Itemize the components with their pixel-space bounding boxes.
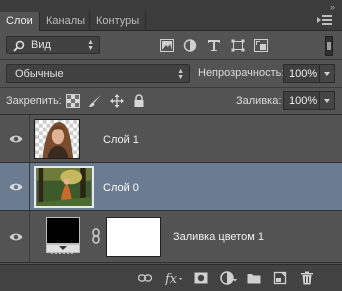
layers-bottom-toolbar: fx [0,264,342,291]
image-filter-icon[interactable] [160,39,174,52]
panel-menu-button[interactable] [317,15,334,25]
lock-position-icon[interactable] [110,94,124,108]
visibility-toggle[interactable] [0,115,30,162]
tab-layers-label: Слои [6,15,33,27]
collapse-panel-button[interactable]: » [329,2,335,12]
search-icon [13,40,25,52]
layer-row[interactable]: Слой 1 [0,115,342,163]
layer-name: Слой 0 [103,182,139,194]
layer-thumbnail-portrait [34,119,80,159]
lock-transparency-icon[interactable] [66,94,80,108]
filter-kind-select[interactable]: Вид ▲ ▼ [6,36,100,54]
layers-panel: Слои Каналы Контуры » Вид ▲ ▼ Обычные ▲ … [0,0,342,291]
panel-menu-icon-line [322,19,332,21]
fill-label: Заливка: [236,95,282,107]
panel-tab-bar: Слои Каналы Контуры » [0,0,342,31]
filter-toggle-knob [327,42,331,50]
fill-dropdown-button[interactable] [319,91,335,110]
layers-list: Слой 1 Слой 0 Заливка цветом 1 [0,115,342,264]
shape-filter-icon[interactable] [231,39,245,52]
solid-color-fill-thumbnail [46,217,80,254]
collapse-icon: » [329,2,335,12]
lock-image-pixels-icon[interactable] [88,94,102,108]
layer-name: Слой 1 [103,134,139,146]
smart-object-filter-icon[interactable] [254,39,268,52]
delete-layer-trash-icon[interactable] [300,271,314,285]
tab-channels-label: Каналы [46,15,86,27]
panel-menu-icon-line [322,23,332,25]
layer-row[interactable]: Заливка цветом 1 [0,211,342,263]
layer-thumbnail-forest [34,166,94,208]
filter-kind-label: Вид [31,39,51,51]
link-layers-icon[interactable] [138,271,152,285]
eye-icon [9,233,23,241]
layer-row-selected[interactable]: Слой 0 [0,163,342,211]
tab-paths-label: Контуры [96,15,140,27]
blend-row: Обычные ▲ ▼ Непрозрачность: 100% [0,60,342,88]
blend-mode-label: Обычные [15,68,64,80]
add-mask-icon[interactable] [194,271,208,285]
tab-paths[interactable]: Контуры [90,12,146,30]
panel-menu-icon-line [322,15,332,17]
fill-input[interactable]: 100% [283,91,320,110]
eye-icon [9,135,23,143]
opacity-dropdown-button[interactable] [319,64,335,83]
adjustment-layer-icon[interactable] [220,271,238,285]
type-filter-icon[interactable] [207,39,221,52]
link-chain-icon[interactable] [91,228,101,244]
blend-mode-select[interactable]: Обычные ▲ ▼ [6,64,190,83]
visibility-toggle[interactable] [0,163,30,210]
svg-text:fx: fx [165,272,178,285]
lock-row: Закрепить: Заливка: 100% [0,88,342,115]
new-group-folder-icon[interactable] [247,271,261,285]
tab-layers[interactable]: Слои [0,12,40,31]
layer-name: Заливка цветом 1 [173,231,264,243]
tab-channels[interactable]: Каналы [40,12,90,30]
filter-toggle-switch[interactable] [325,36,333,56]
layer-mask-thumbnail[interactable] [106,217,161,257]
opacity-input[interactable]: 100% [283,64,320,83]
fill-value: 100% [289,95,318,107]
updown-arrows-icon: ▲ ▼ [177,68,184,81]
panel-menu-arrow-icon [317,17,321,23]
filter-row: Вид ▲ ▼ [0,31,342,60]
lock-all-icon[interactable] [132,94,146,108]
eye-icon [9,183,23,191]
opacity-label: Непрозрачность: [198,67,285,79]
fx-icon[interactable]: fx [165,271,183,285]
adjustment-filter-icon[interactable] [183,39,197,52]
visibility-toggle[interactable] [0,211,30,262]
lock-label: Закрепить: [6,95,62,107]
opacity-value: 100% [289,68,318,80]
updown-arrows-icon: ▲ ▼ [87,39,94,52]
new-layer-icon[interactable] [273,271,287,285]
